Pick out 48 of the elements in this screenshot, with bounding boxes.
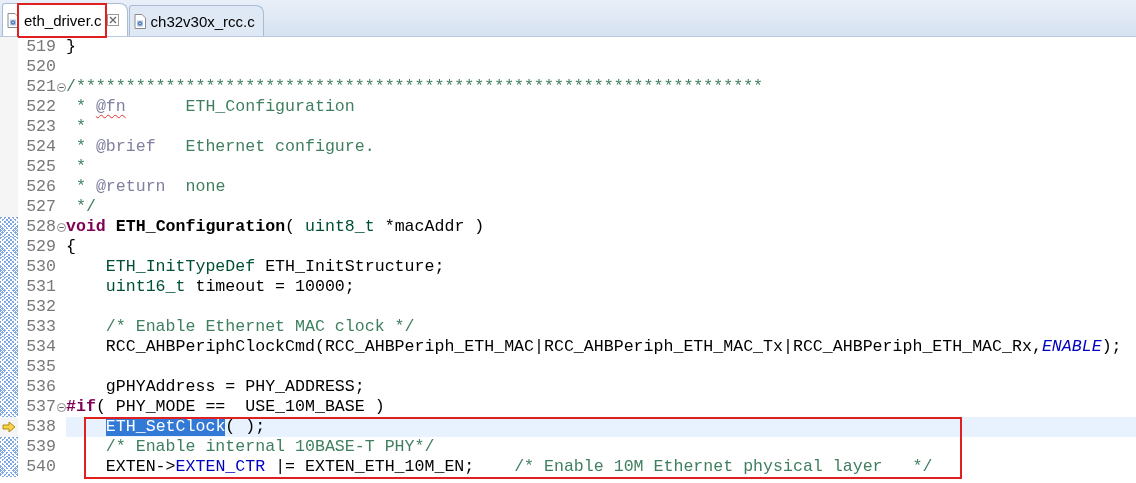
collapse-icon[interactable] xyxy=(56,82,66,92)
file-icon xyxy=(133,13,146,29)
code-line: * @fn ETH_Configuration xyxy=(74,97,355,116)
line-number: 528 xyxy=(25,217,56,237)
line-number: 536 xyxy=(25,377,56,397)
line-number: 524 xyxy=(25,137,56,157)
code-line: { xyxy=(66,237,76,256)
code-line: uint16_t timeout = 10000; xyxy=(104,277,355,296)
line-number: 535 xyxy=(25,357,56,377)
editor-tab[interactable]: eth_driver.c xyxy=(2,3,128,36)
code-line: RCC_AHBPeriphClockCmd(RCC_AHBPeriph_ETH_MAC|RCC_AHBPeriph_ETH_MAC_Tx|RCC_AHBPeriph_ETH_MAC_Rx,ENABLE); xyxy=(104,337,1122,356)
line-number: 522 xyxy=(25,97,56,117)
line-number: 526 xyxy=(25,177,56,197)
line-number: 521 xyxy=(25,77,56,97)
code-line: void ETH_Configuration( uint8_t *macAddr ) xyxy=(66,217,485,236)
code-line: gPHYAddress = PHY_ADDRESS; xyxy=(104,377,365,396)
file-icon xyxy=(7,12,19,28)
line-number: 538 xyxy=(25,417,56,437)
code-line: /********************************************************************* xyxy=(66,77,764,96)
line-number: 520 xyxy=(25,57,56,77)
code-line: * xyxy=(74,117,86,136)
line-number: 533 xyxy=(25,317,56,337)
line-number: 531 xyxy=(25,277,56,297)
code-line: * @return none xyxy=(74,177,226,196)
code-line: * xyxy=(74,157,86,176)
line-number: 532 xyxy=(25,297,56,317)
code-line: ETH_InitTypeDef ETH_InitStructure; xyxy=(104,257,445,276)
code-line: } xyxy=(66,37,76,56)
line-number: 527 xyxy=(25,197,56,217)
line-number: 530 xyxy=(25,257,56,277)
line-number: 540 xyxy=(25,457,56,477)
line-number: 529 xyxy=(25,237,56,257)
collapse-icon[interactable] xyxy=(56,222,66,232)
line-number: 523 xyxy=(25,117,56,137)
line-number: 519 xyxy=(25,37,56,57)
code-line: EXTEN->EXTEN_CTR |= EXTEN_ETH_10M_EN; /* Enable 10M Ethernet physical layer */ xyxy=(104,457,933,476)
code-line: #if( PHY_MODE == USE_10M_BASE ) xyxy=(66,397,385,416)
line-number: 525 xyxy=(25,157,56,177)
line-number: 539 xyxy=(25,437,56,457)
code-line: */ xyxy=(74,197,96,216)
code-line: * @brief Ethernet configure. xyxy=(74,137,375,156)
close-icon[interactable] xyxy=(106,14,119,26)
code-line: /* Enable Ethernet MAC clock */ xyxy=(104,317,415,336)
line-number: 537 xyxy=(25,397,56,417)
collapse-icon[interactable] xyxy=(56,402,66,412)
code-line: /* Enable internal 10BASE-T PHY*/ xyxy=(104,437,435,456)
line-number: 534 xyxy=(25,337,56,357)
editor-tab[interactable]: ch32v30x_rcc.c xyxy=(128,5,264,36)
